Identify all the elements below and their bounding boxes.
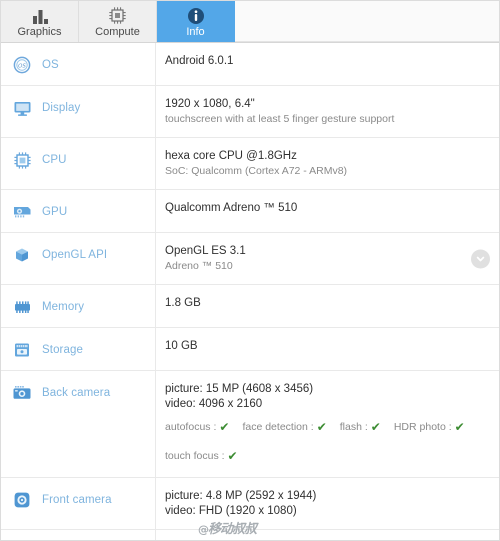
cap-flash: flash : ✔ bbox=[339, 420, 381, 434]
row-label-front-camera: Front camera bbox=[1, 478, 156, 529]
tab-compute[interactable]: Compute bbox=[79, 1, 157, 42]
gpu-model: Qualcomm Adreno ™ 510 bbox=[165, 202, 298, 214]
row-value-storage: 10 GB bbox=[156, 328, 499, 370]
tab-compute-label: Compute bbox=[95, 25, 140, 38]
back-camera-video: video: 4096 x 2160 bbox=[165, 398, 263, 410]
row-label-cpu-text: CPU bbox=[42, 154, 67, 166]
row-value-cpu: hexa core CPU @1.8GHz SoC: Qualcomm (Cor… bbox=[156, 138, 499, 189]
row-label-memory: Memory bbox=[1, 285, 156, 327]
row-value-memory: 1.8 GB bbox=[156, 285, 499, 327]
row-value-front-camera: picture: 4.8 MP (2592 x 1944) video: FHD… bbox=[156, 478, 499, 529]
cube-icon bbox=[11, 245, 33, 265]
info-row-memory: Memory 1.8 GB bbox=[1, 285, 499, 328]
row-label-memory-text: Memory bbox=[42, 301, 85, 313]
row-label-gpu-text: GPU bbox=[42, 206, 68, 218]
display-touch-note: touchscreen with at least 5 finger gestu… bbox=[165, 113, 395, 125]
svg-text:OS: OS bbox=[18, 63, 26, 69]
caps-spacer bbox=[165, 438, 469, 445]
front-camera-icon bbox=[11, 490, 33, 510]
row-label-display-text: Display bbox=[42, 102, 81, 114]
row-label-storage: Storage bbox=[1, 328, 156, 370]
os-badge-icon: OS bbox=[11, 55, 33, 75]
info-row-os: OS OS Android 6.0.1 bbox=[1, 43, 499, 86]
cap-face-detection-mark: ✔ bbox=[316, 420, 327, 434]
row-label-back-camera-text: Back camera bbox=[42, 387, 111, 399]
monitor-icon bbox=[11, 98, 33, 118]
cap-hdr-photo: HDR photo : ✔ bbox=[393, 420, 465, 434]
tab-bar: Graphics Compute Info bbox=[1, 1, 499, 43]
cap-autofocus: autofocus : ✔ bbox=[165, 420, 230, 434]
info-row-storage: Storage 10 GB bbox=[1, 328, 499, 371]
opengl-renderer: Adreno ™ 510 bbox=[165, 260, 233, 272]
info-row-front-camera: Front camera picture: 4.8 MP (2592 x 194… bbox=[1, 478, 499, 530]
row-label-os-text: OS bbox=[42, 59, 59, 71]
row-label-gpu: GPU bbox=[1, 190, 156, 232]
tab-graphics[interactable]: Graphics bbox=[1, 1, 79, 42]
back-camera-capabilities: autofocus : ✔ face detection : ✔ flash : ✔ HDR… bbox=[165, 416, 469, 467]
opengl-version: OpenGL ES 3.1 bbox=[165, 245, 246, 257]
row-label-os: OS OS bbox=[1, 43, 156, 85]
tab-graphics-label: Graphics bbox=[17, 25, 62, 38]
cpu-soc: SoC: Qualcomm (Cortex A72 - ARMv8) bbox=[165, 165, 348, 177]
row-label-front-camera-text: Front camera bbox=[42, 494, 112, 506]
info-row-list: OS OS Android 6.0.1 Display 1920 x 1080,… bbox=[1, 43, 499, 540]
cap-touch-focus-mark: ✔ bbox=[227, 449, 238, 463]
info-row-back-camera: Back camera picture: 15 MP (4608 x 3456)… bbox=[1, 371, 499, 478]
row-label-storage-text: Storage bbox=[42, 344, 83, 356]
info-row-gpu: GPU Qualcomm Adreno ™ 510 bbox=[1, 190, 499, 233]
bar-chart-icon bbox=[30, 6, 50, 25]
cap-touch-focus: touch focus : ✔ bbox=[165, 449, 238, 463]
info-circle-icon bbox=[187, 6, 205, 25]
front-camera-video: video: FHD (1920 x 1080) bbox=[165, 505, 297, 517]
cap-face-detection: face detection : ✔ bbox=[242, 420, 327, 434]
info-row-features: Features accelerometer :✔altimeter :✖bar… bbox=[1, 530, 499, 540]
row-label-display: Display bbox=[1, 86, 156, 137]
tab-info[interactable]: Info bbox=[157, 1, 235, 42]
row-label-cpu: CPU bbox=[1, 138, 156, 189]
info-row-display: Display 1920 x 1080, 6.4" touchscreen wi… bbox=[1, 86, 499, 138]
memory-chip-icon bbox=[11, 297, 33, 317]
chevron-down-icon[interactable] bbox=[471, 249, 490, 268]
display-resolution: 1920 x 1080, 6.4" bbox=[165, 98, 255, 110]
front-camera-picture: picture: 4.8 MP (2592 x 1944) bbox=[165, 490, 317, 502]
row-label-opengl-text: OpenGL API bbox=[42, 249, 108, 261]
gfxbench-info-panel: Graphics Compute Info OS OS Android 6.0.… bbox=[0, 0, 500, 541]
row-value-gpu: Qualcomm Adreno ™ 510 bbox=[156, 190, 499, 232]
cap-autofocus-mark: ✔ bbox=[219, 420, 230, 434]
os-version: Android 6.0.1 bbox=[165, 55, 234, 67]
info-row-cpu: CPU hexa core CPU @1.8GHz SoC: Qualcomm … bbox=[1, 138, 499, 190]
storage-size: 10 GB bbox=[165, 340, 198, 352]
camera-icon bbox=[11, 383, 33, 403]
row-label-features: Features bbox=[1, 530, 156, 540]
cpu-cores-clock: hexa core CPU @1.8GHz bbox=[165, 150, 297, 162]
gpu-card-icon bbox=[11, 202, 33, 222]
row-value-os: Android 6.0.1 bbox=[156, 43, 499, 85]
cpu-chip-icon bbox=[108, 6, 127, 25]
row-label-opengl: OpenGL API bbox=[1, 233, 156, 284]
row-label-back-camera: Back camera bbox=[1, 371, 156, 477]
back-camera-caps-line-1: autofocus : ✔ face detection : ✔ flash : ✔ HDR… bbox=[165, 416, 469, 438]
row-value-features: accelerometer :✔altimeter :✖barometer :✖… bbox=[156, 530, 499, 540]
row-value-back-camera: picture: 15 MP (4608 x 3456) video: 4096… bbox=[156, 371, 499, 477]
back-camera-picture: picture: 15 MP (4608 x 3456) bbox=[165, 383, 314, 395]
tab-info-label: Info bbox=[186, 25, 205, 38]
cap-flash-mark: ✔ bbox=[370, 420, 381, 434]
cap-hdr-photo-mark: ✔ bbox=[454, 420, 465, 434]
row-value-opengl: OpenGL ES 3.1 Adreno ™ 510 bbox=[156, 233, 499, 284]
back-camera-caps-line-2: touch focus : ✔ bbox=[165, 445, 469, 467]
row-value-display: 1920 x 1080, 6.4" touchscreen with at le… bbox=[156, 86, 499, 137]
tab-bar-spacer bbox=[235, 1, 499, 42]
memory-size: 1.8 GB bbox=[165, 297, 201, 309]
storage-drive-icon bbox=[11, 340, 33, 360]
info-row-opengl: OpenGL API OpenGL ES 3.1 Adreno ™ 510 bbox=[1, 233, 499, 285]
cpu-chip-icon bbox=[11, 150, 33, 170]
